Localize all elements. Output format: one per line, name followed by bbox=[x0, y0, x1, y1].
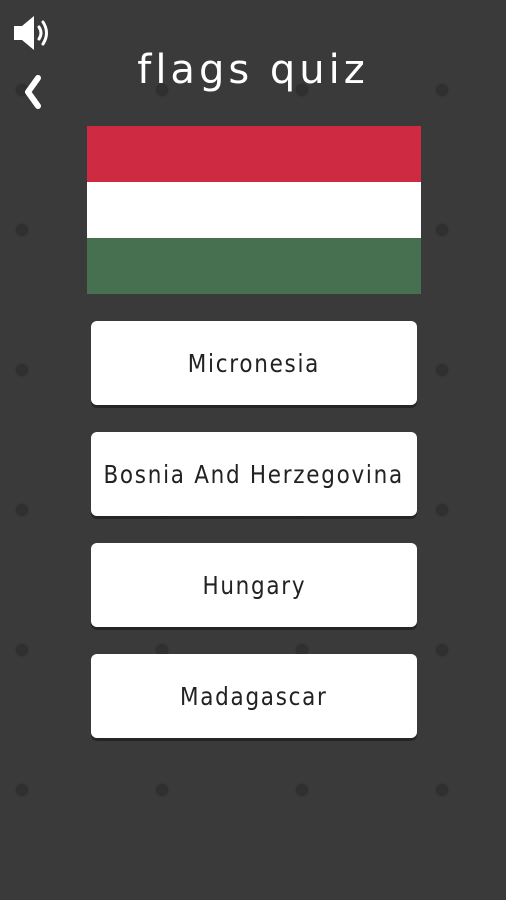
flag-image bbox=[87, 126, 421, 294]
answer-list: Micronesia Bosnia And Herzegovina Hungar… bbox=[91, 321, 417, 765]
answer-button-madagascar[interactable]: Madagascar bbox=[91, 654, 417, 738]
answer-button-micronesia[interactable]: Micronesia bbox=[91, 321, 417, 405]
flag-stripe-top bbox=[87, 126, 421, 182]
answer-label: Micronesia bbox=[187, 348, 321, 378]
page-title: flags quiz bbox=[137, 47, 369, 93]
flag-stripe-bottom bbox=[87, 238, 421, 294]
answer-button-hungary[interactable]: Hungary bbox=[91, 543, 417, 627]
answer-label: Madagascar bbox=[180, 681, 328, 711]
answer-button-bosnia-and-herzegovina[interactable]: Bosnia And Herzegovina bbox=[91, 432, 417, 516]
flag-stripe-middle bbox=[87, 182, 421, 238]
answer-label: Hungary bbox=[202, 570, 306, 600]
answer-label: Bosnia And Herzegovina bbox=[103, 459, 405, 489]
